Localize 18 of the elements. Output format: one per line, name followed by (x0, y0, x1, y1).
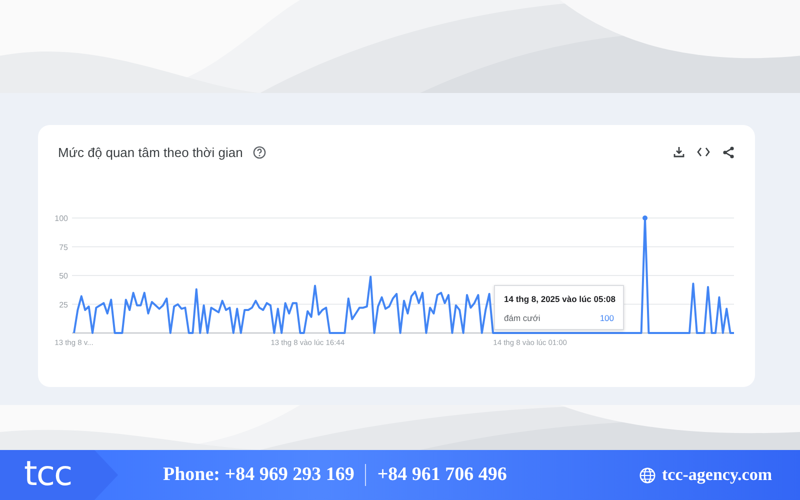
embed-code-icon[interactable] (697, 147, 710, 157)
website-link[interactable]: tcc-agency.com (662, 465, 772, 485)
help-icon[interactable] (252, 146, 266, 158)
tooltip-term: đám cưới (504, 313, 540, 323)
y-axis-label: 25 (59, 300, 68, 310)
tooltip-value: 100 (600, 313, 614, 323)
hover-point (642, 216, 648, 220)
phone-number[interactable]: Phone: +84 969 293 169 (163, 464, 354, 486)
card-title: Mức độ quan tâm theo thời gian (58, 144, 243, 160)
tooltip-date: 14 thg 8, 2025 vào lúc 05:08 (504, 294, 614, 304)
download-icon[interactable] (673, 146, 685, 158)
tcc-logo: tcc (0, 450, 118, 500)
globe-icon (639, 466, 656, 484)
y-axis-label: 75 (59, 242, 68, 252)
share-icon[interactable] (722, 146, 735, 158)
phone-number[interactable]: +84 961 706 496 (377, 464, 507, 486)
y-axis-label: 50 (59, 272, 68, 280)
y-axis-label: 100 (54, 214, 68, 223)
